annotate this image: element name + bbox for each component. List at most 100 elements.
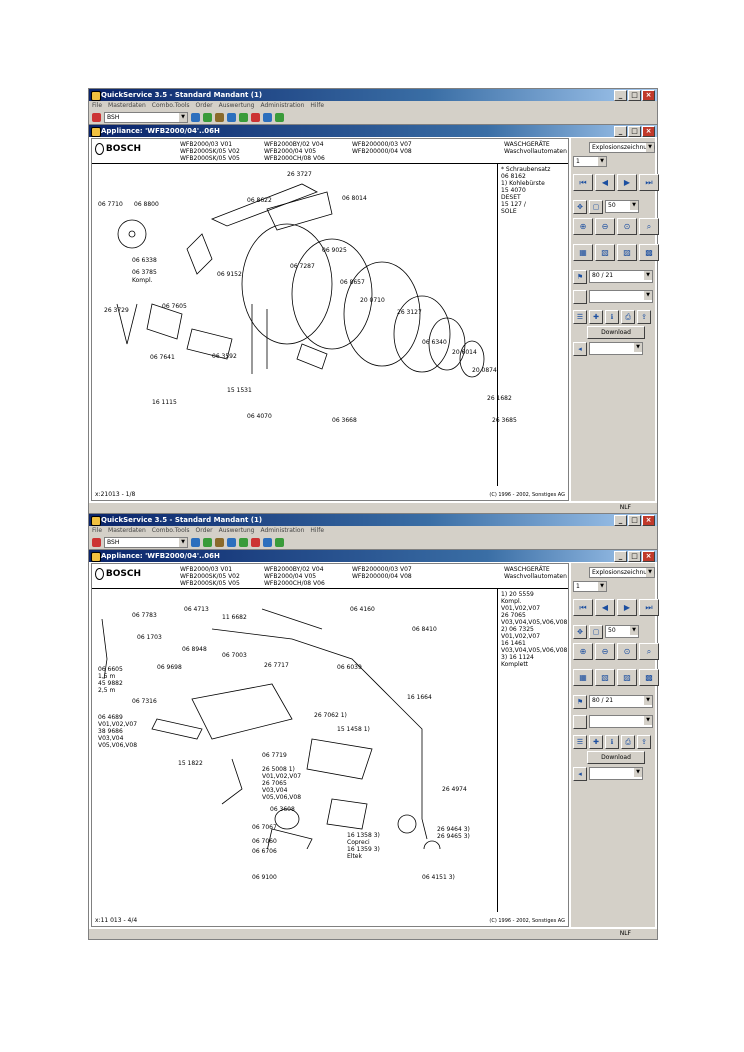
page-icon[interactable]: ▢ <box>589 200 603 214</box>
menu-administration[interactable]: Administration <box>260 101 304 111</box>
page-select[interactable]: 1 <box>573 156 607 167</box>
tool-1-icon[interactable]: ▦ <box>573 669 593 686</box>
tool-4-icon[interactable]: ▩ <box>639 244 659 261</box>
menu-administration[interactable]: Administration <box>260 526 304 536</box>
zoom-select[interactable]: 50 <box>605 625 639 638</box>
zoom-fit-icon[interactable]: ⌕ <box>639 218 659 235</box>
zoom-out-icon[interactable]: ⊖ <box>595 218 615 235</box>
print-icon[interactable]: ⎙ <box>621 735 635 749</box>
close-button[interactable]: × <box>642 515 655 526</box>
close-button[interactable]: × <box>642 551 655 562</box>
menu-masterdaten[interactable]: Masterdaten <box>108 101 146 111</box>
cart-icon[interactable]: ✚ <box>589 735 603 749</box>
page-select[interactable]: 1 <box>573 581 607 592</box>
tree-icon[interactable] <box>203 538 212 547</box>
maximize-button[interactable]: □ <box>628 126 641 137</box>
back-icon[interactable]: ◂ <box>573 342 587 356</box>
position-select[interactable]: 80 / 21 <box>589 695 653 708</box>
brand-select[interactable]: BSH <box>104 112 188 123</box>
tool-2-icon[interactable]: ▧ <box>595 244 615 261</box>
download-button[interactable]: Download <box>587 326 645 339</box>
list-icon[interactable]: ☰ <box>573 310 587 324</box>
tree-icon[interactable] <box>203 113 212 122</box>
zoom-in-icon[interactable]: ⊕ <box>573 218 593 235</box>
list-icon[interactable] <box>227 538 236 547</box>
last-page-icon[interactable]: ⏭ <box>639 174 659 191</box>
menu-combotools[interactable]: Combo.Tools <box>152 526 190 536</box>
menu-hilfe[interactable]: Hilfe <box>310 101 324 111</box>
document-icon[interactable] <box>191 113 200 122</box>
history-select[interactable] <box>589 767 643 780</box>
minimize-button[interactable]: _ <box>614 90 627 101</box>
minimize-button[interactable]: _ <box>614 551 627 562</box>
document-icon[interactable] <box>191 538 200 547</box>
list-icon[interactable]: ☰ <box>573 735 587 749</box>
menu-order[interactable]: Order <box>196 101 213 111</box>
zoom-select[interactable]: 50 <box>605 200 639 213</box>
parts-icon[interactable] <box>215 113 224 122</box>
menu-auswertung[interactable]: Auswertung <box>219 101 255 111</box>
history-select[interactable] <box>589 342 643 355</box>
blank-icon[interactable] <box>573 715 587 729</box>
menu-file[interactable]: File <box>92 101 102 111</box>
menu-auswertung[interactable]: Auswertung <box>219 526 255 536</box>
cart-icon[interactable] <box>239 113 248 122</box>
minimize-button[interactable]: _ <box>614 515 627 526</box>
view-select[interactable]: Explosionszeichnung <box>589 567 655 578</box>
parts-icon[interactable] <box>215 538 224 547</box>
first-page-icon[interactable]: ⏮ <box>573 599 593 616</box>
option-select[interactable] <box>589 715 653 728</box>
download-button[interactable]: Download <box>587 751 645 764</box>
position-select[interactable]: 80 / 21 <box>589 270 653 283</box>
zoom-out-icon[interactable]: ⊖ <box>595 643 615 660</box>
menu-order[interactable]: Order <box>196 526 213 536</box>
home-icon[interactable] <box>92 538 101 547</box>
tool-1-icon[interactable]: ▦ <box>573 244 593 261</box>
fit-icon[interactable]: ✥ <box>573 625 587 639</box>
maximize-button[interactable]: □ <box>628 515 641 526</box>
flag-icon[interactable]: ⚑ <box>573 270 587 284</box>
first-page-icon[interactable]: ⏮ <box>573 174 593 191</box>
info-icon[interactable]: ℹ <box>605 310 619 324</box>
export-icon[interactable]: ⇪ <box>637 735 651 749</box>
cart-icon[interactable]: ✚ <box>589 310 603 324</box>
help-icon[interactable] <box>275 113 284 122</box>
close-button[interactable]: × <box>642 90 655 101</box>
home-icon[interactable] <box>92 113 101 122</box>
flag-icon[interactable]: ⚑ <box>573 695 587 709</box>
prev-page-icon[interactable]: ◀ <box>595 599 615 616</box>
zoom-in-icon[interactable]: ⊕ <box>573 643 593 660</box>
menu-combotools[interactable]: Combo.Tools <box>152 101 190 111</box>
menu-hilfe[interactable]: Hilfe <box>310 526 324 536</box>
option-select[interactable] <box>589 290 653 303</box>
view-select[interactable]: Explosionszeichnung <box>589 142 655 153</box>
help-icon[interactable] <box>275 538 284 547</box>
brand-select[interactable]: BSH <box>104 537 188 548</box>
menu-file[interactable]: File <box>92 526 102 536</box>
list-icon[interactable] <box>227 113 236 122</box>
zoom-area-icon[interactable]: ⊙ <box>617 643 637 660</box>
tool-4-icon[interactable]: ▩ <box>639 669 659 686</box>
tools-icon[interactable] <box>251 538 260 547</box>
tool-3-icon[interactable]: ▨ <box>617 669 637 686</box>
zoom-area-icon[interactable]: ⊙ <box>617 218 637 235</box>
close-button[interactable]: × <box>642 126 655 137</box>
tools-icon[interactable] <box>251 113 260 122</box>
export-icon[interactable]: ⇪ <box>637 310 651 324</box>
prev-page-icon[interactable]: ◀ <box>595 174 615 191</box>
tool-2-icon[interactable]: ▧ <box>595 669 615 686</box>
back-icon[interactable]: ◂ <box>573 767 587 781</box>
maximize-button[interactable]: □ <box>628 551 641 562</box>
globe-icon[interactable] <box>263 113 272 122</box>
next-page-icon[interactable]: ▶ <box>617 174 637 191</box>
page-icon[interactable]: ▢ <box>589 625 603 639</box>
last-page-icon[interactable]: ⏭ <box>639 599 659 616</box>
minimize-button[interactable]: _ <box>614 126 627 137</box>
blank-icon[interactable] <box>573 290 587 304</box>
fit-icon[interactable]: ✥ <box>573 200 587 214</box>
maximize-button[interactable]: □ <box>628 90 641 101</box>
cart-icon[interactable] <box>239 538 248 547</box>
tool-3-icon[interactable]: ▨ <box>617 244 637 261</box>
next-page-icon[interactable]: ▶ <box>617 599 637 616</box>
menu-masterdaten[interactable]: Masterdaten <box>108 526 146 536</box>
